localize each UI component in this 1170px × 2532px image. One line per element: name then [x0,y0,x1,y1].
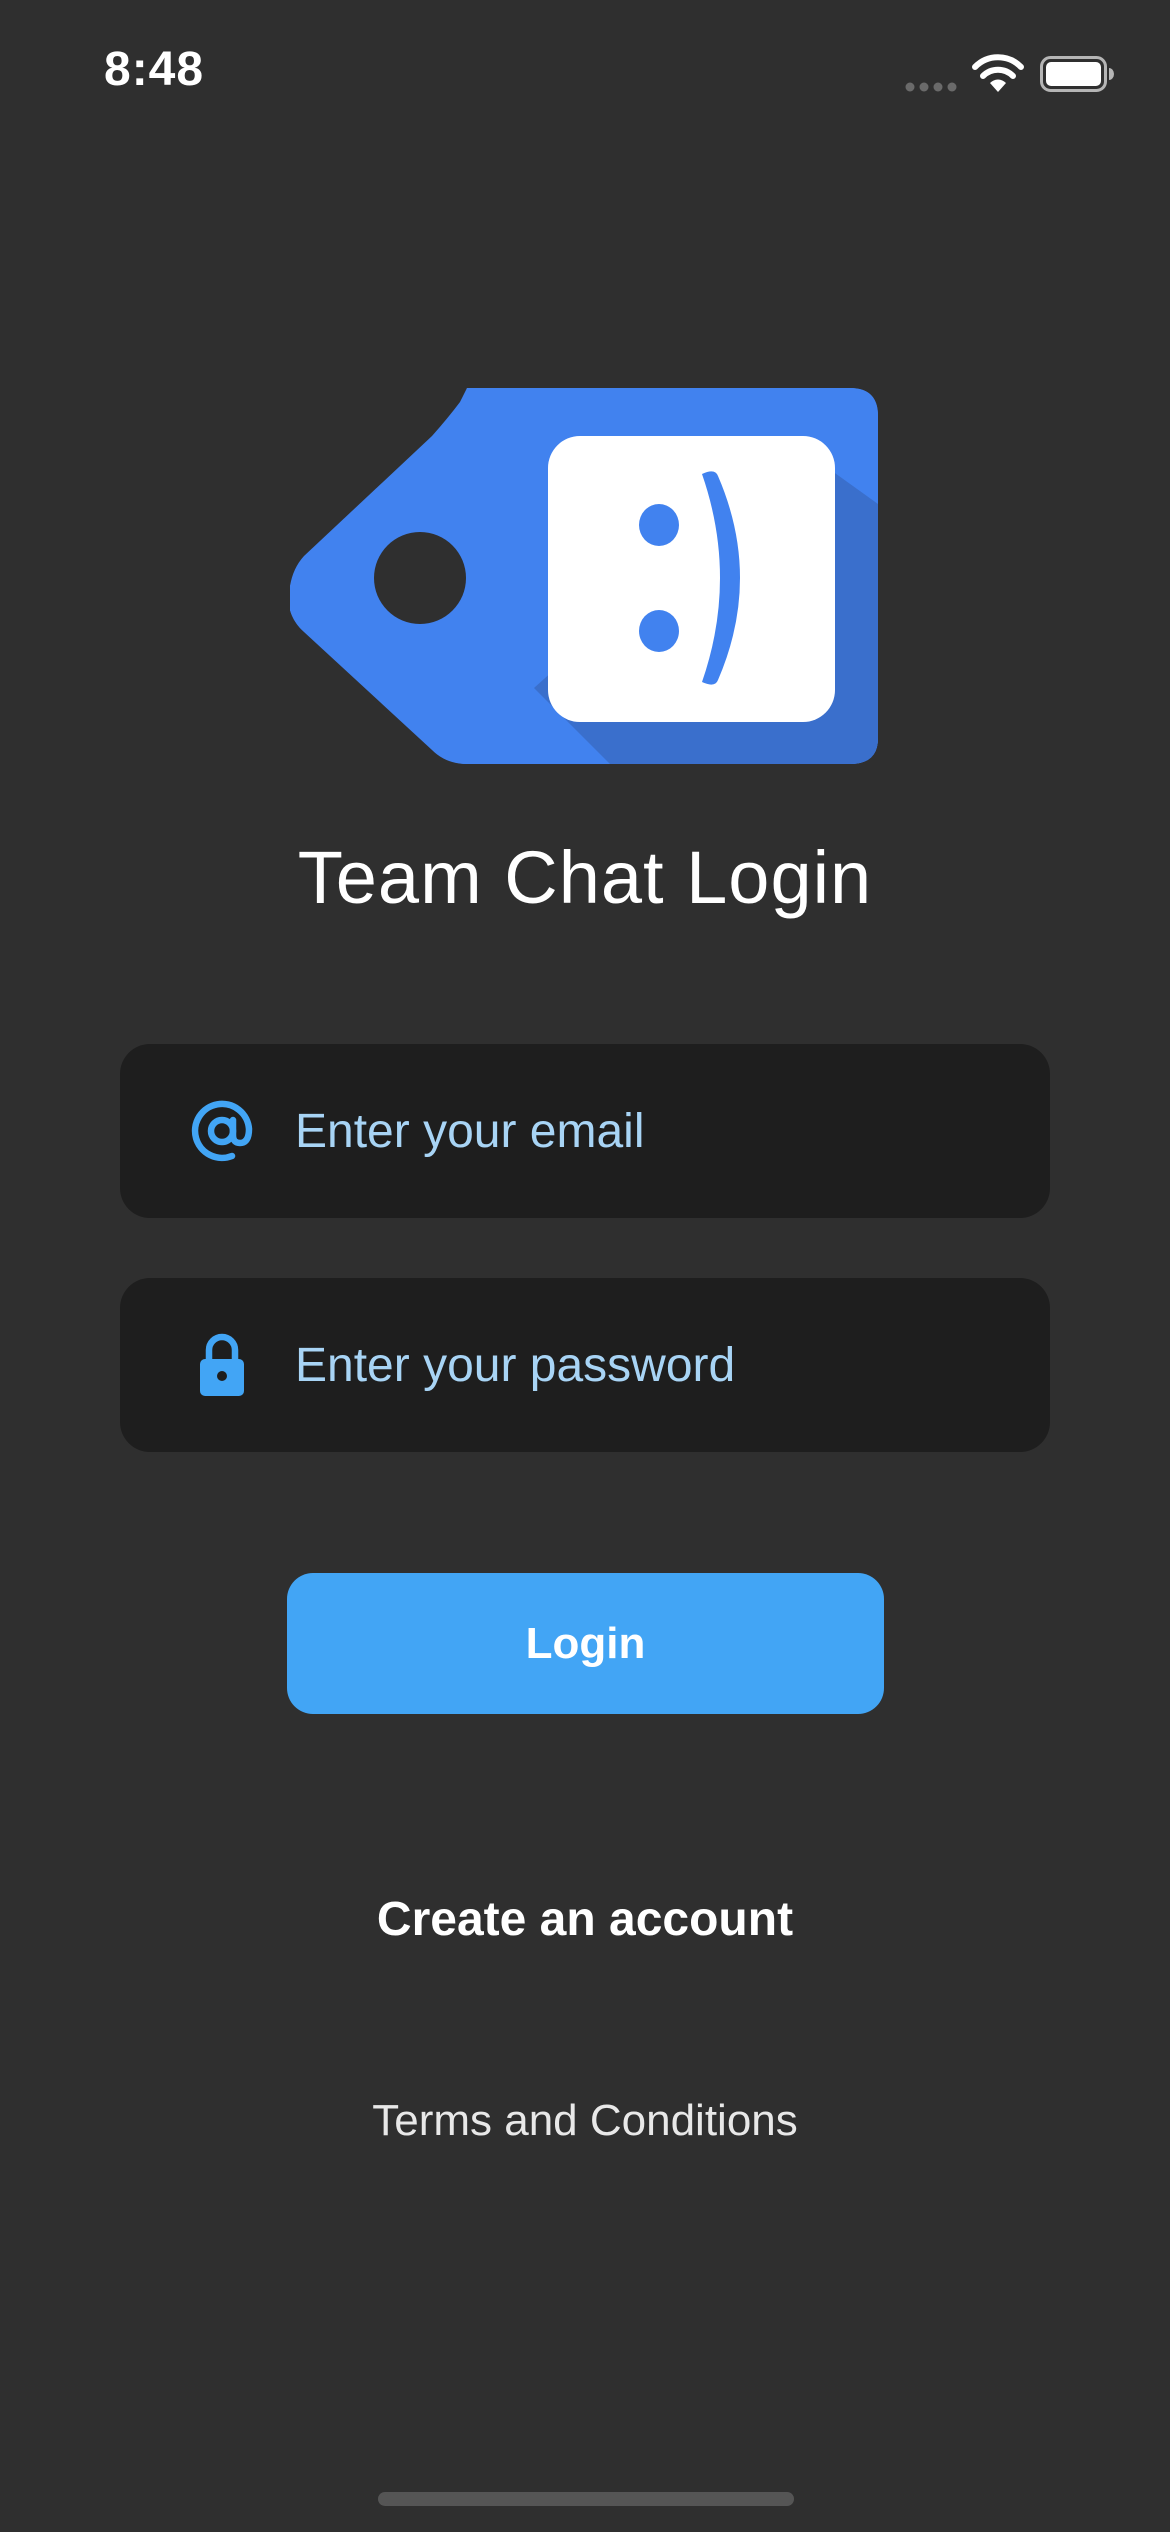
page-title: Team Chat Login [297,836,873,919]
password-field[interactable] [120,1278,1050,1452]
at-sign-icon [191,1100,253,1162]
wifi-icon [972,54,1024,92]
home-indicator[interactable] [378,2492,794,2506]
login-button[interactable]: Login [287,1573,884,1714]
terms-and-conditions-link[interactable]: Terms and Conditions [0,2096,1170,2146]
password-input[interactable] [295,1278,1015,1452]
battery-icon [1040,56,1114,92]
status-time: 8:48 [104,43,205,96]
smiley-tag-icon [290,388,878,764]
status-bar: 8:48 [0,0,1170,150]
cellular-signal-icon [905,82,957,92]
create-account-link[interactable]: Create an account [0,1892,1170,1947]
email-field[interactable] [120,1044,1050,1218]
email-input[interactable] [295,1044,1015,1218]
lock-icon [200,1333,244,1396]
